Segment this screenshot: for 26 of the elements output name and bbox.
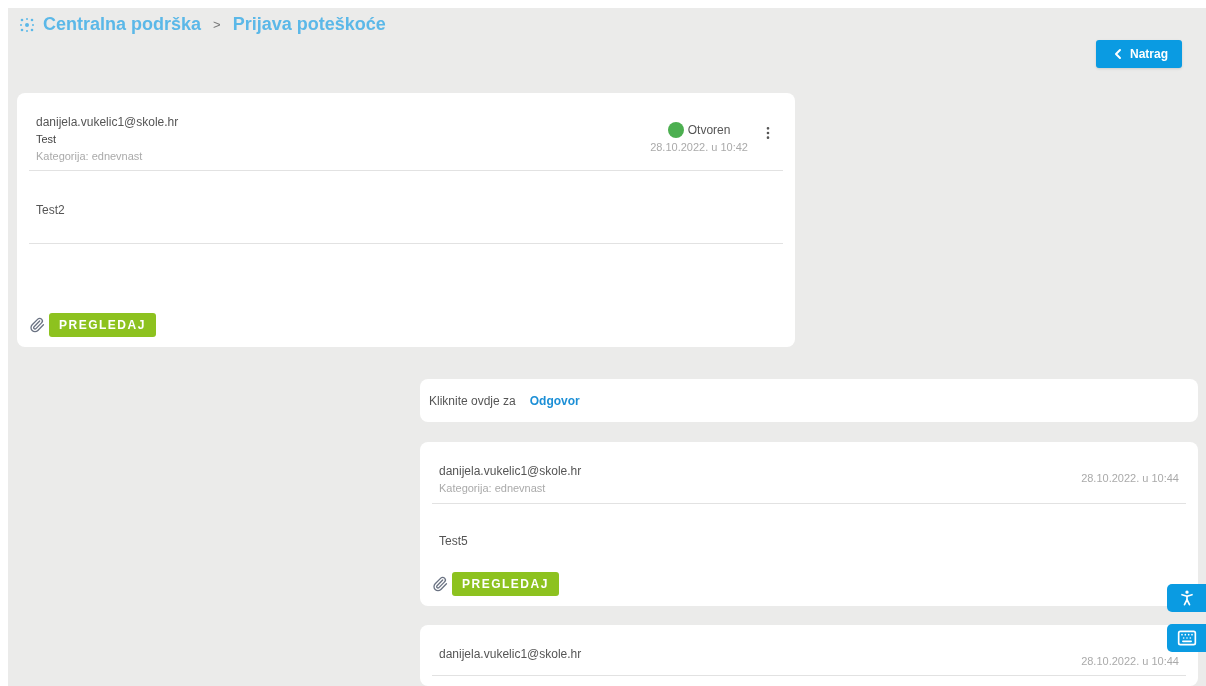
paperclip-icon [29, 317, 45, 334]
back-button[interactable]: Natrag [1096, 40, 1182, 68]
date-text: 28.10.2022. u 10:42 [650, 140, 748, 155]
date-text: 28.10.2022. u 10:44 [1081, 471, 1179, 486]
author-email: danijela.vukelic1@skole.hr [439, 645, 582, 663]
keyboard-button[interactable] [1167, 624, 1206, 652]
accessibility-button[interactable] [1167, 584, 1206, 612]
keyboard-icon [1176, 628, 1197, 648]
breadcrumb-separator: > [213, 15, 221, 34]
breadcrumb-link[interactable]: Centralna podrška [43, 11, 202, 38]
date-text: 28.10.2022. u 10:44 [1081, 653, 1179, 669]
author-email: danijela.vukelic1@skole.hr [36, 114, 179, 131]
reply-link[interactable]: Odgovor [529, 391, 580, 410]
author-email: danijela.vukelic1@skole.hr [439, 463, 582, 480]
status-label: Otvoren [687, 122, 731, 139]
ticket-title: Test [36, 132, 58, 147]
category-text: Kategorija: ednevnast [36, 148, 144, 164]
ticket-text: Test2 [36, 203, 65, 217]
prompt-text: Kliknite ovdje za [429, 392, 516, 410]
reply-text: Test5 [439, 533, 468, 548]
preview-button[interactable]: PREGLEDAJ [49, 313, 156, 338]
preview-button[interactable]: PREGLEDAJ [452, 571, 559, 596]
paperclip-icon [432, 575, 448, 592]
network-icon [19, 16, 35, 33]
breadcrumb-current: Prijava poteškoće [232, 13, 386, 36]
category-text: Kategorija: ednevnast [439, 481, 547, 496]
